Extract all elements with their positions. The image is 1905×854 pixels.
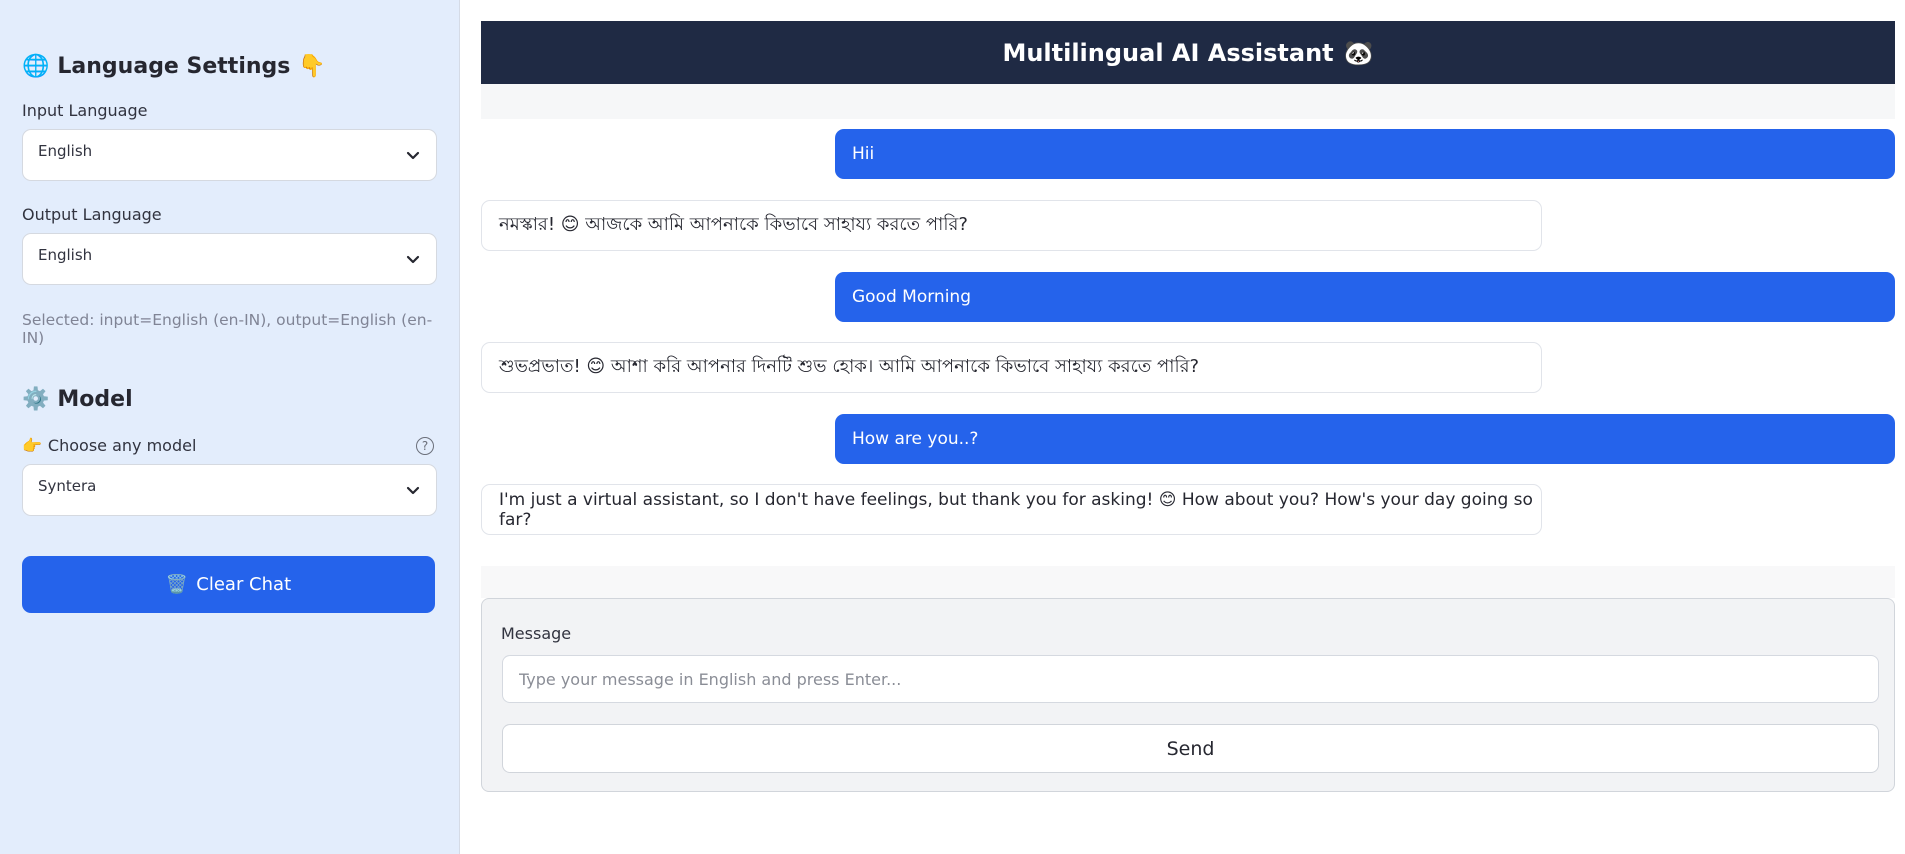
output-language-select[interactable]: English bbox=[22, 233, 437, 285]
clear-chat-label: Clear Chat bbox=[196, 574, 292, 595]
help-icon[interactable]: ? bbox=[416, 436, 434, 455]
pointing-right-icon: 👉 bbox=[22, 436, 42, 455]
model-select[interactable]: Syntera bbox=[22, 464, 437, 516]
input-language-select[interactable]: English bbox=[22, 129, 437, 181]
assistant-message: I'm just a virtual assistant, so I don't… bbox=[481, 484, 1542, 535]
main-panel: Multilingual AI Assistant 🐼 Hii নমস্কার!… bbox=[481, 0, 1895, 854]
gear-icon: ⚙️ bbox=[22, 387, 50, 412]
language-settings-title: Language Settings bbox=[57, 54, 291, 79]
send-button[interactable]: Send bbox=[502, 724, 1879, 773]
input-language-value: English bbox=[38, 142, 93, 160]
sidebar: 🌐 Language Settings 👇 Input Language Eng… bbox=[0, 0, 460, 854]
app-title: Multilingual AI Assistant bbox=[1002, 38, 1334, 67]
chevron-down-icon bbox=[406, 486, 420, 495]
model-label-text: Choose any model bbox=[47, 436, 197, 455]
pointing-down-icon: 👇 bbox=[298, 54, 326, 79]
chevron-down-icon bbox=[406, 151, 420, 160]
chat-divider bbox=[481, 566, 1895, 598]
header-spacer bbox=[481, 84, 1895, 119]
message-form: Message Send bbox=[481, 598, 1895, 792]
globe-icon: 🌐 bbox=[22, 54, 50, 79]
clear-chat-button[interactable]: 🗑️ Clear Chat bbox=[22, 556, 435, 613]
message-label: Message bbox=[501, 624, 572, 643]
chevron-down-icon bbox=[406, 255, 420, 264]
user-message: How are you..? bbox=[835, 414, 1895, 464]
message-input[interactable] bbox=[502, 655, 1879, 703]
assistant-message: শুভপ্রভাত! 😊 আশা করি আপনার দিনটি শুভ হোক… bbox=[481, 342, 1542, 393]
input-language-label: Input Language bbox=[22, 101, 148, 120]
app-header: Multilingual AI Assistant 🐼 bbox=[481, 21, 1895, 84]
model-heading: ⚙️ Model bbox=[22, 387, 437, 412]
user-message: Good Morning bbox=[835, 272, 1895, 322]
assistant-message: নমস্কার! 😊 আজকে আমি আপনাকে কিভাবে সাহায্… bbox=[481, 200, 1542, 251]
model-title: Model bbox=[57, 387, 133, 412]
output-language-value: English bbox=[38, 246, 93, 264]
model-select-label: 👉 Choose any model ? bbox=[22, 436, 437, 455]
user-message: Hii bbox=[835, 129, 1895, 179]
selected-languages-caption: Selected: input=English (en-IN), output=… bbox=[22, 311, 433, 347]
output-language-label: Output Language bbox=[22, 205, 162, 224]
model-value: Syntera bbox=[38, 477, 97, 495]
panda-icon: 🐼 bbox=[1343, 38, 1374, 67]
language-settings-heading: 🌐 Language Settings 👇 bbox=[22, 54, 437, 79]
trash-icon: 🗑️ bbox=[165, 574, 189, 595]
